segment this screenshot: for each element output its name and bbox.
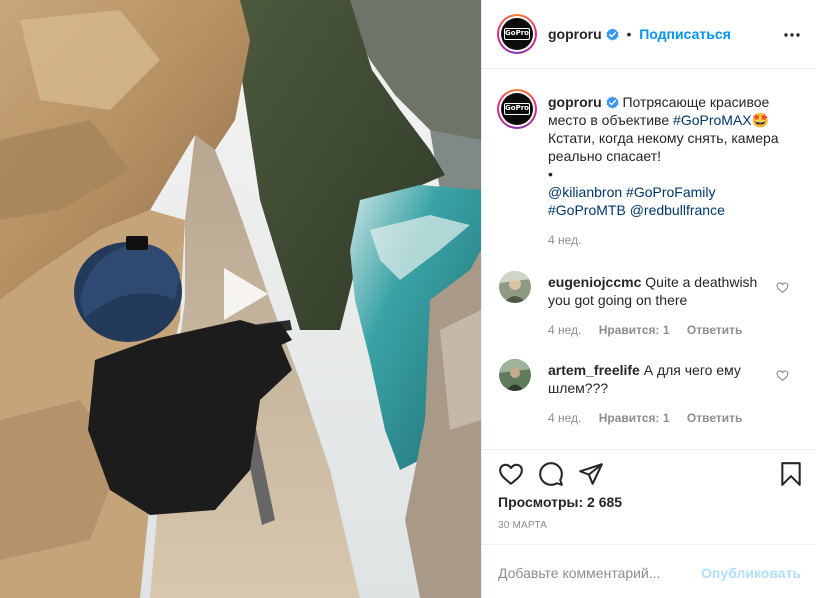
header-meta: goproru • Подписаться xyxy=(548,26,731,42)
comment-time[interactable]: 4 нед. xyxy=(548,323,581,337)
more-icon[interactable] xyxy=(783,26,801,44)
comment-likes[interactable]: Нравится: 1 xyxy=(599,323,670,337)
save-icon[interactable] xyxy=(778,461,804,487)
post-side-panel: GoPro goproru • Подписаться GoPro gopror… xyxy=(481,0,816,598)
follow-button[interactable]: Подписаться xyxy=(639,26,731,42)
add-comment-bar: Добавьте комментарий... Опубликовать xyxy=(482,544,816,598)
comment-item: artem_freelife А для чего ему шлем??? 4 … xyxy=(548,361,780,427)
comment-likes[interactable]: Нравится: 1 xyxy=(599,411,670,425)
hashtag-link[interactable]: #GoProMAX xyxy=(673,112,752,128)
comment-icon[interactable] xyxy=(538,461,564,487)
post-caption: goproru Потрясающе красивое место в объе… xyxy=(548,93,796,249)
play-icon[interactable] xyxy=(210,262,274,326)
comment-time[interactable]: 4 нед. xyxy=(548,411,581,425)
post-date[interactable]: 30 МАРТА xyxy=(498,520,547,531)
caption-bullet: • xyxy=(548,166,553,182)
gopro-logo: GoPro xyxy=(504,28,530,40)
comment-username[interactable]: artem_freelife xyxy=(548,362,640,378)
comment-like-icon[interactable] xyxy=(776,369,789,382)
comment-like-icon[interactable] xyxy=(776,281,789,294)
comment-avatar[interactable] xyxy=(499,271,531,303)
instagram-post: GoPro goproru • Подписаться GoPro gopror… xyxy=(0,0,816,598)
comment-input[interactable]: Добавьте комментарий... xyxy=(498,565,660,581)
post-actions: Просмотры: 2 685 30 МАРТА xyxy=(482,449,816,545)
reply-button[interactable]: Ответить xyxy=(687,323,742,337)
author-username[interactable]: goproru xyxy=(548,26,602,42)
comment-meta: 4 нед. Нравится: 1 Ответить xyxy=(548,409,780,427)
caption-username[interactable]: goproru xyxy=(548,94,602,110)
caption-emoji: 🤩 xyxy=(751,112,770,128)
caption-text-2: Кстати, когда некому снять, камера реаль… xyxy=(548,130,779,164)
caption-avatar[interactable]: GoPro xyxy=(497,89,537,129)
separator-dot: • xyxy=(626,26,632,42)
post-header: GoPro goproru • Подписаться xyxy=(482,0,816,69)
gopro-logo: GoPro xyxy=(504,103,530,115)
share-icon[interactable] xyxy=(578,461,604,487)
author-avatar[interactable]: GoPro xyxy=(497,14,537,54)
caption-time[interactable]: 4 нед. xyxy=(548,233,581,247)
post-video[interactable] xyxy=(0,0,481,598)
hashtag-link[interactable]: #GoProMTB xyxy=(548,202,626,218)
publish-button[interactable]: Опубликовать xyxy=(701,565,801,581)
verified-icon xyxy=(606,96,619,109)
comment-meta: 4 нед. Нравится: 1 Ответить xyxy=(548,321,780,339)
verified-icon xyxy=(606,28,619,41)
views-count[interactable]: Просмотры: 2 685 xyxy=(498,494,622,510)
like-icon[interactable] xyxy=(498,461,524,487)
comments-list[interactable]: GoPro goproru Потрясающе красивое место … xyxy=(482,70,816,449)
comment-username[interactable]: eugeniojccmc xyxy=(548,274,641,290)
comment-avatar[interactable] xyxy=(499,359,531,391)
reply-button[interactable]: Ответить xyxy=(687,411,742,425)
hashtag-link[interactable]: #GoProFamily xyxy=(626,184,715,200)
mention-link[interactable]: @kilianbron xyxy=(548,184,622,200)
mention-link[interactable]: @redbullfrance xyxy=(630,202,725,218)
caption-meta: 4 нед. xyxy=(548,231,796,249)
comment-item: eugeniojccmc Quite a deathwish you got g… xyxy=(548,273,780,339)
